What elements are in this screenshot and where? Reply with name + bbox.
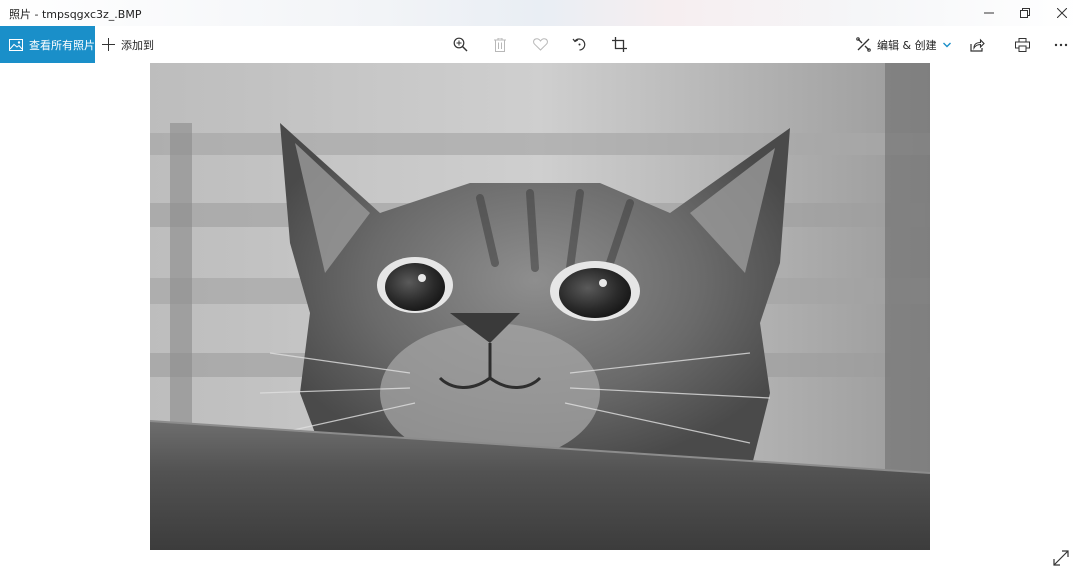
print-button[interactable]	[1006, 26, 1038, 63]
view-all-photos-button[interactable]: 查看所有照片	[0, 26, 95, 63]
rotate-icon	[572, 38, 585, 51]
delete-button[interactable]	[484, 26, 516, 63]
photo-viewer[interactable]	[150, 63, 930, 550]
add-to-label: 添加到	[121, 38, 154, 52]
share-button[interactable]	[961, 26, 993, 63]
view-all-photos-label: 查看所有照片	[29, 38, 95, 52]
close-button[interactable]	[1039, 0, 1080, 26]
plus-icon	[102, 38, 115, 51]
fullscreen-button[interactable]	[1050, 547, 1072, 569]
zoom-in-icon	[453, 37, 467, 52]
crop-button[interactable]	[603, 26, 635, 63]
restore-icon	[1020, 8, 1030, 18]
crop-icon	[611, 37, 627, 52]
expand-icon	[1053, 550, 1069, 566]
close-icon	[1057, 8, 1067, 18]
more-icon	[1054, 43, 1068, 46]
minimize-icon	[984, 12, 994, 14]
favorite-button[interactable]	[524, 26, 556, 63]
chevron-down-icon	[942, 42, 951, 47]
add-to-button[interactable]: 添加到	[102, 26, 154, 63]
zoom-button[interactable]	[444, 26, 476, 63]
rotate-button[interactable]	[563, 26, 595, 63]
toolbar: 查看所有照片 添加到 编辑 & 创建	[0, 26, 1080, 63]
delete-icon	[494, 37, 506, 52]
photo-icon	[9, 38, 23, 51]
favorite-icon	[532, 38, 548, 51]
window-title: 照片 - tmpsqgxc3z_.BMP	[9, 8, 142, 21]
title-bar: 照片 - tmpsqgxc3z_.BMP	[0, 0, 1080, 26]
share-icon	[969, 38, 985, 52]
edit-create-button[interactable]: 编辑 & 创建	[856, 26, 951, 63]
more-button[interactable]	[1045, 26, 1077, 63]
edit-create-icon	[856, 37, 871, 52]
print-icon	[1014, 37, 1030, 52]
cat-photo	[150, 63, 930, 550]
edit-create-label: 编辑 & 创建	[877, 38, 937, 52]
